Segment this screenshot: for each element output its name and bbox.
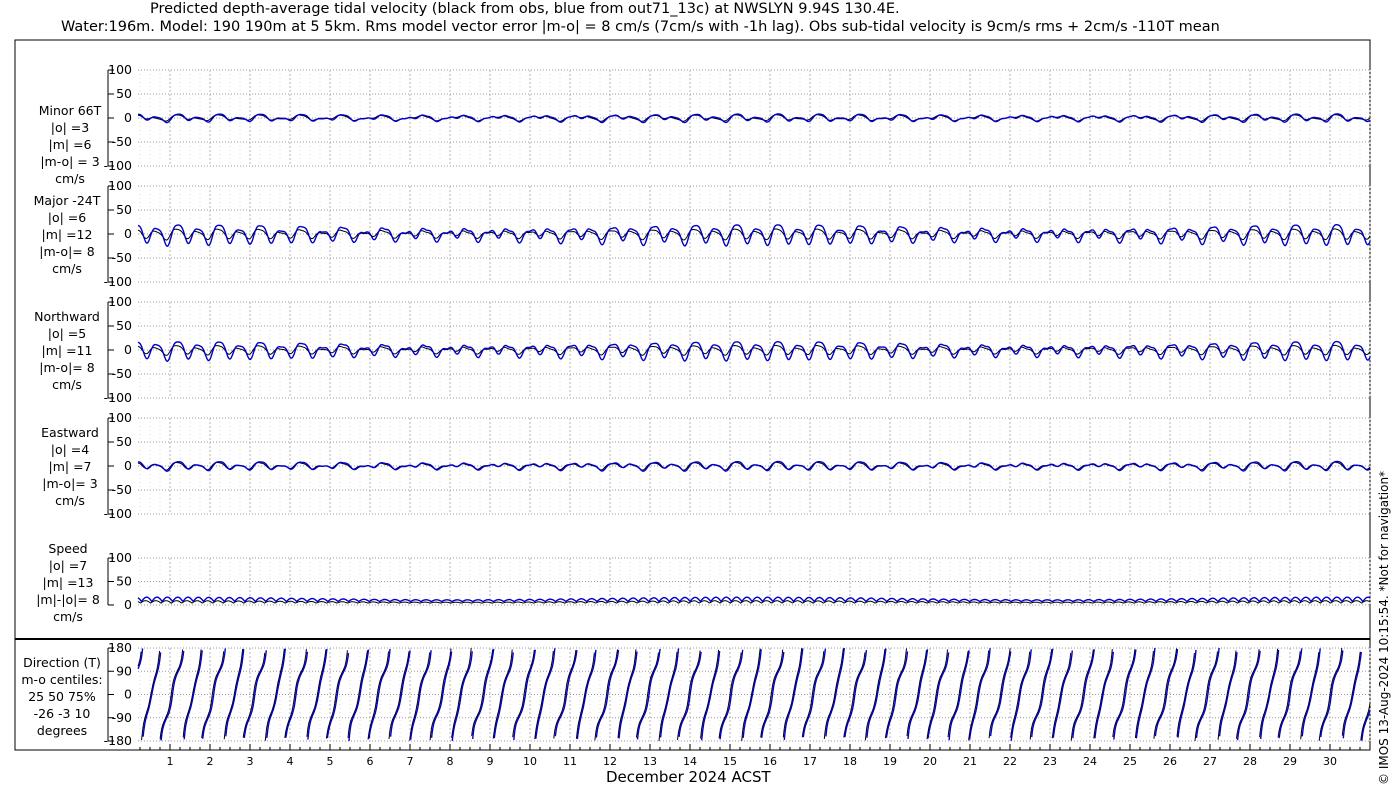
minor-label-line: |o| =3 [50,120,90,135]
minor-panel-label: Minor 66T |o| =3 |m| =6 |m-o| = 3 cm/s [15,102,125,187]
x-tick-label: 6 [367,755,374,768]
speed-label-line: |o| =7 [48,558,88,573]
eastward-label-line: |m-o|= 3 [42,476,98,491]
x-tick-label: 23 [1043,755,1057,768]
minor-label-line: cm/s [55,171,85,186]
tidal-velocity-chart: -100-50050100-100-50050100-100-50050100-… [14,39,1371,768]
northward-label-line: |m-o|= 8 [39,360,95,375]
x-tick-label: 25 [1123,755,1137,768]
speed-label-line: |m|-|o|= 8 [36,592,100,607]
major-y-tick-label: 0 [124,226,132,241]
x-tick-label: 10 [523,755,537,768]
major-label-line: cm/s [52,261,82,276]
eastward-label-line: cm/s [55,493,85,508]
direction-label-line: 25 50 75% [28,689,96,704]
direction-y-tick-label: 180 [108,640,132,655]
northward-series-model [137,340,1371,362]
x-tick-label: 14 [683,755,697,768]
northward-label-line: Northward [34,309,100,324]
x-tick-label: 7 [407,755,414,768]
speed-y-tick-label: 0 [124,597,132,612]
x-tick-label: 5 [327,755,334,768]
x-tick-label: 17 [803,755,817,768]
eastward-panel-label: Eastward |o| =4 |m| =7 |m-o|= 3 cm/s [15,424,125,509]
x-tick-label: 24 [1083,755,1097,768]
direction-label-line: -26 -3 10 [33,706,91,721]
x-tick-label: 29 [1283,755,1297,768]
northward-label-line: |o| =5 [47,326,87,341]
major-label-line: Major -24T [33,193,101,208]
x-tick-label: 16 [763,755,777,768]
x-tick-label: 30 [1323,755,1337,768]
northward-y-tick-label: 100 [108,294,132,309]
direction-y-tick-label: 0 [124,687,132,702]
direction-label-line: Direction (T) [23,655,101,670]
direction-label-line: degrees [36,723,88,738]
direction-label-line: m-o centiles: [21,672,103,687]
speed-label-line: Speed [48,541,88,556]
major-label-line: |m-o|= 8 [39,244,95,259]
x-tick-label: 9 [487,755,494,768]
x-tick-label: 4 [287,755,294,768]
minor-y-tick-label: 0 [124,110,132,125]
velocity-panels-frame [14,39,1371,640]
major-label-line: |m| =12 [41,227,93,242]
eastward-label-line: |o| =4 [50,442,90,457]
major-series-model [137,224,1371,247]
x-axis-label: December 2024 ACST [606,768,771,786]
x-tick-label: 15 [723,755,737,768]
northward-y-tick-label: 0 [124,342,132,357]
x-tick-label: 18 [843,755,857,768]
x-tick-label: 12 [603,755,617,768]
northward-label-line: |m| =11 [41,343,93,358]
minor-y-tick-label: 100 [108,62,132,77]
speed-label-line: cm/s [53,609,83,624]
direction-y-tick-label: 90 [116,663,132,678]
minor-label-line: Minor 66T [38,103,102,118]
speed-label-line: |m| =13 [42,575,94,590]
x-tick-label: 20 [923,755,937,768]
northward-label-line: cm/s [52,377,82,392]
direction-panel-label: Direction (T) m-o centiles: 25 50 75% -26 -… [7,654,117,739]
eastward-label-line: |m| =7 [48,459,92,474]
speed-panel-label: Speed |o| =7 |m| =13 |m|-|o|= 8 cm/s [13,540,123,625]
x-tick-label: 1 [167,755,174,768]
minor-label-line: |m-o| = 3 [40,154,100,169]
x-tick-label: 28 [1243,755,1257,768]
major-label-line: |o| =6 [47,210,87,225]
minor-label-line: |m| =6 [48,137,92,152]
x-tick-label: 2 [207,755,214,768]
x-tick-label: 21 [963,755,977,768]
x-tick-label: 22 [1003,755,1017,768]
eastward-y-tick-label: 0 [124,458,132,473]
x-tick-label: 27 [1203,755,1217,768]
x-tick-label: 11 [563,755,577,768]
credit-text: © IMOS 13-Aug-2024 10:15:54. *Not for na… [1377,470,1391,785]
eastward-y-tick-label: 100 [108,410,132,425]
x-tick-label: 8 [447,755,454,768]
x-tick-label: 13 [643,755,657,768]
x-tick-label: 3 [247,755,254,768]
northward-panel-label: Northward |o| =5 |m| =11 |m-o|= 8 cm/s [12,308,122,393]
major-panel-label: Major -24T |o| =6 |m| =12 |m-o|= 8 cm/s [12,192,122,277]
x-tick-label: 19 [883,755,897,768]
minor-y-tick-label: 50 [116,86,132,101]
speed-series-obs [137,600,1371,604]
eastward-label-line: Eastward [41,425,99,440]
x-tick-label: 26 [1163,755,1177,768]
